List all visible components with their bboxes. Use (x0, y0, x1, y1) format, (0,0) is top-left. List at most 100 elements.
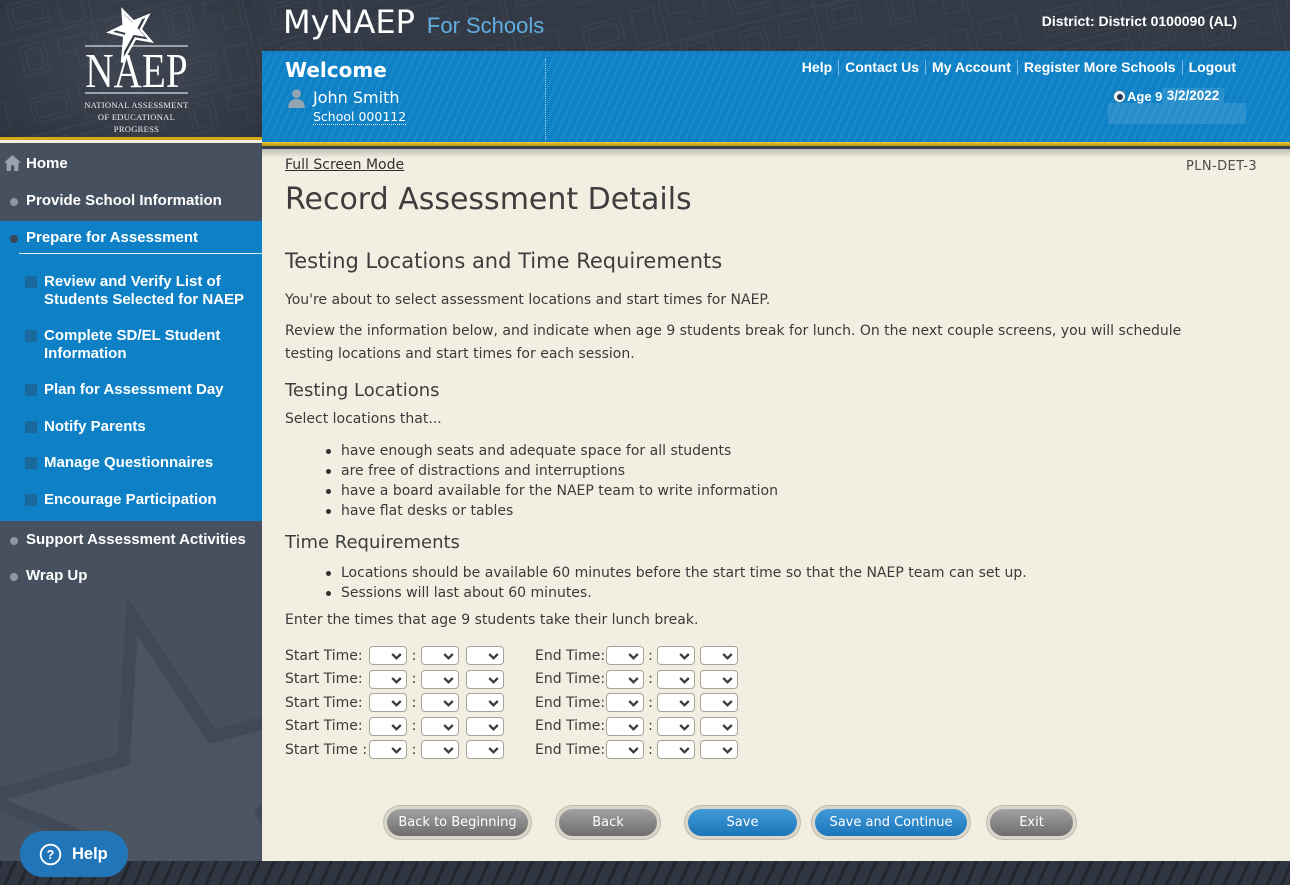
sidebar-nav: Home Provide School Information Prepare … (0, 143, 262, 861)
chevron-down-icon (488, 747, 499, 754)
end-time-label: End Time: (535, 695, 606, 711)
start-ampm-select[interactable] (466, 670, 504, 689)
end-hour-select[interactable] (606, 740, 644, 759)
question-circle-icon: ? (39, 843, 62, 866)
start-ampm-select[interactable] (466, 717, 504, 736)
end-minute-select[interactable] (657, 670, 695, 689)
app-title-sub: For Schools (427, 13, 544, 38)
lunch-time-row: Start Time ::End Time:: (285, 738, 1257, 762)
end-hour-select[interactable] (606, 717, 644, 736)
start-minute-select[interactable] (421, 693, 459, 712)
start-minute-select[interactable] (421, 670, 459, 689)
chevron-down-icon (679, 747, 690, 754)
chevron-down-icon (679, 677, 690, 684)
welcome-bar: Welcome John Smith School 000112 Help Co… (262, 51, 1290, 142)
end-hour-select[interactable] (606, 646, 644, 665)
sidebar-item-label: Notify Parents (44, 418, 146, 435)
sidebar-item-notify-parents[interactable]: Notify Parents (0, 418, 262, 436)
chevron-down-icon (679, 724, 690, 731)
time-colon: : (407, 695, 421, 711)
square-bullet-icon (25, 384, 37, 396)
sidebar-item-label: Review and Verify List of Students Selec… (44, 273, 244, 308)
page-code: PLN-DET-3 (1186, 159, 1257, 174)
sidebar-item-review-and-verify[interactable]: Review and Verify List of Students Selec… (0, 273, 262, 308)
button-row: Back to Beginning Back Save Save and Con… (387, 809, 1257, 836)
district-label: District: District 0100090 (AL) (1042, 13, 1237, 29)
start-hour-select[interactable] (369, 693, 407, 712)
intro-paragraph-2: Review the information below, and indica… (285, 320, 1205, 366)
start-hour-select[interactable] (369, 670, 407, 689)
start-minute-select[interactable] (421, 717, 459, 736)
start-hour-select[interactable] (369, 646, 407, 665)
save-button[interactable]: Save (688, 809, 797, 836)
age9-radio[interactable] (1114, 91, 1125, 102)
end-ampm-select[interactable] (700, 670, 738, 689)
lunch-prompt: Enter the times that age 9 students take… (285, 609, 1257, 632)
end-ampm-select[interactable] (700, 646, 738, 665)
time-colon: : (644, 648, 657, 664)
start-minute-select[interactable] (421, 740, 459, 759)
start-hour-select[interactable] (369, 717, 407, 736)
lunch-times-form: Start Time::End Time::Start Time::End Ti… (285, 644, 1257, 762)
start-time-label: Start Time: (285, 695, 369, 711)
page-title: Record Assessment Details (285, 182, 1257, 217)
bullet-icon (10, 198, 18, 206)
end-ampm-select[interactable] (700, 693, 738, 712)
start-minute-select[interactable] (421, 646, 459, 665)
sidebar-item-home[interactable]: Home (0, 155, 262, 175)
top-header-band: MyNAEPFor Schools District: District 010… (262, 0, 1290, 51)
intro-paragraph-1: You're about to select assessment locati… (285, 289, 1205, 312)
sidebar-item-manage-questionnaires[interactable]: Manage Questionnaires (0, 454, 262, 472)
session-date[interactable]: 3/2/2022 (1162, 88, 1224, 103)
list-item: have a board available for the NAEP team… (326, 481, 1257, 501)
end-minute-select[interactable] (657, 717, 695, 736)
chevron-down-icon (722, 653, 733, 660)
lunch-time-row: Start Time::End Time:: (285, 644, 1257, 668)
end-minute-select[interactable] (657, 740, 695, 759)
end-minute-select[interactable] (657, 693, 695, 712)
sidebar-item-label: Provide School Information (26, 192, 222, 209)
square-bullet-icon (25, 330, 37, 342)
lunch-time-row: Start Time::End Time:: (285, 691, 1257, 715)
back-button[interactable]: Back (559, 809, 657, 836)
back-to-beginning-button[interactable]: Back to Beginning (387, 809, 528, 836)
start-ampm-select[interactable] (466, 646, 504, 665)
end-time-label: End Time: (535, 648, 606, 664)
chevron-down-icon (722, 747, 733, 754)
list-item: Sessions will last about 60 minutes. (326, 583, 1257, 603)
save-and-continue-button[interactable]: Save and Continue (815, 809, 967, 836)
sidebar-item-provide-school-information[interactable]: Provide School Information (0, 192, 262, 212)
end-minute-select[interactable] (657, 646, 695, 665)
star-watermark (0, 599, 262, 861)
list-item: Locations should be available 60 minutes… (326, 563, 1257, 583)
start-ampm-select[interactable] (466, 740, 504, 759)
radio-dot (1117, 94, 1123, 100)
testing-locations-title: Testing Locations (285, 380, 1257, 401)
sidebar-item-wrap-up[interactable]: Wrap Up (0, 567, 262, 587)
end-ampm-select[interactable] (700, 717, 738, 736)
chevron-down-icon (391, 724, 402, 731)
sidebar-item-prepare-for-assessment[interactable]: Prepare for Assessment (0, 229, 262, 249)
sidebar-item-plan-for-assessment-day[interactable]: Plan for Assessment Day (0, 381, 262, 399)
time-colon: : (644, 718, 657, 734)
sidebar-item-encourage-participation[interactable]: Encourage Participation (0, 491, 262, 509)
testing-locations-lead: Select locations that... (285, 408, 1257, 431)
end-time-label: End Time: (535, 671, 606, 687)
time-colon: : (407, 718, 421, 734)
exit-button[interactable]: Exit (990, 809, 1073, 836)
end-hour-select[interactable] (606, 670, 644, 689)
sidebar-item-label: Prepare for Assessment (26, 229, 198, 246)
start-ampm-select[interactable] (466, 693, 504, 712)
start-hour-select[interactable] (369, 740, 407, 759)
start-time-label: Start Time : (285, 742, 369, 758)
sidebar-item-complete-sdel[interactable]: Complete SD/EL Student Information (0, 327, 262, 362)
sidebar-item-support-assessment-activities[interactable]: Support Assessment Activities (0, 531, 262, 551)
chevron-down-icon (443, 747, 454, 754)
end-hour-select[interactable] (606, 693, 644, 712)
time-colon: : (407, 671, 421, 687)
end-ampm-select[interactable] (700, 740, 738, 759)
help-button[interactable]: ? Help (20, 831, 128, 877)
full-screen-mode-link[interactable]: Full Screen Mode (285, 157, 404, 174)
chevron-down-icon (391, 747, 402, 754)
sidebar-item-label: Encourage Participation (44, 491, 217, 508)
